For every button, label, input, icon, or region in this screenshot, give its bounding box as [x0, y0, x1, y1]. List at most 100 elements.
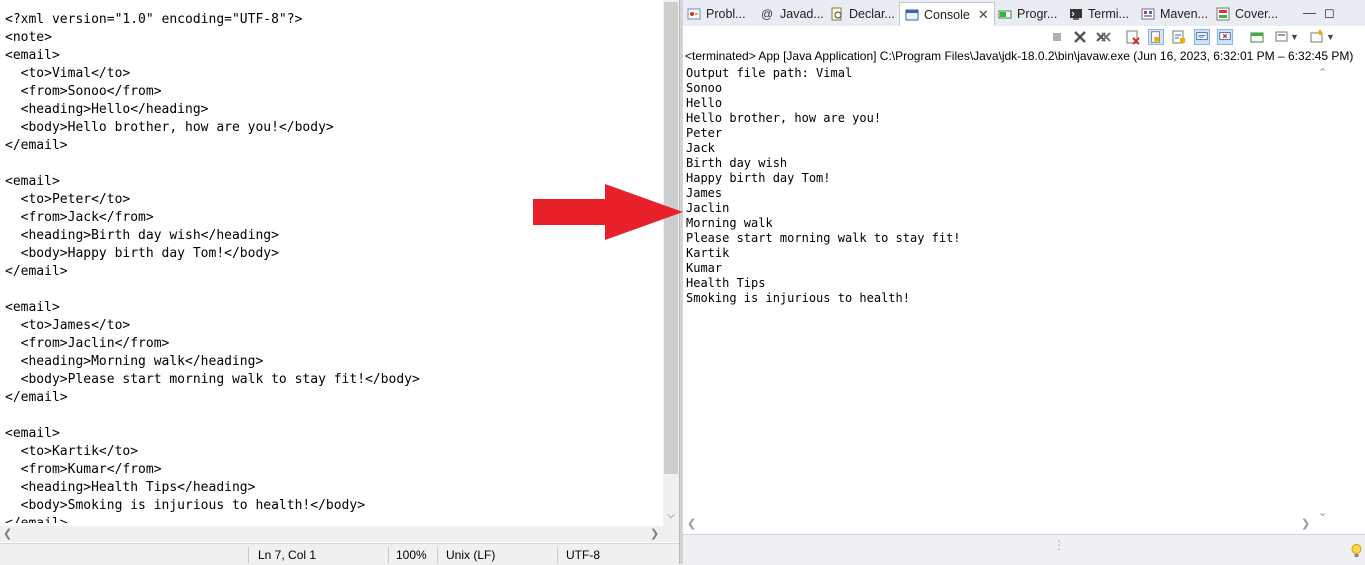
close-icon[interactable]: ✕: [978, 7, 989, 23]
tab-problems[interactable]: Probl...: [687, 3, 746, 25]
word-wrap-icon[interactable]: [1171, 29, 1187, 45]
editor-line: <email>: [5, 300, 60, 315]
pin-console-icon[interactable]: [1249, 29, 1265, 45]
remove-launch-icon[interactable]: [1072, 29, 1088, 45]
scroll-right-icon[interactable]: ❯: [1301, 517, 1310, 530]
tab-terminal[interactable]: Termi...: [1069, 3, 1129, 25]
console-line: Health Tips: [686, 276, 766, 290]
scroll-right-icon[interactable]: ❯: [650, 526, 659, 542]
encoding: UTF-8: [566, 548, 600, 562]
cursor-position: Ln 7, Col 1: [258, 548, 317, 562]
tab-coverage[interactable]: Cover...: [1216, 3, 1278, 25]
launch-description: <terminated> App [Java Application] C:\P…: [685, 49, 1354, 63]
console-line: Kumar: [686, 261, 723, 275]
tab-label: Maven...: [1160, 7, 1208, 21]
minimize-icon[interactable]: —: [1303, 5, 1316, 20]
remove-all-terminated-icon[interactable]: [1095, 29, 1111, 45]
editor-line: </email>: [5, 390, 68, 405]
console-line: Smoking is injurious to health!: [686, 291, 910, 305]
editor-line: <?xml version="1.0" encoding="UTF-8"?>: [5, 12, 303, 27]
console-output[interactable]: Output file path: Vimal Sonoo Hello Hello b…: [686, 66, 1326, 306]
console-vertical-scrollbar[interactable]: ⌃ ⌄: [1315, 66, 1331, 520]
console-line: Hello: [686, 96, 723, 110]
console-line: James: [686, 186, 723, 200]
editor-line: <to>Kartik</to>: [5, 444, 139, 459]
console-line: Kartik: [686, 246, 730, 260]
status-separator: [437, 547, 438, 563]
console-line: Birth day wish: [686, 156, 788, 170]
console-line: Hello brother, how are you!: [686, 111, 882, 125]
show-on-stdout-icon[interactable]: [1194, 29, 1210, 45]
scroll-left-icon[interactable]: ❮: [3, 526, 12, 542]
coverage-icon: [1216, 7, 1230, 21]
console-line: Jack: [686, 141, 715, 155]
progress-icon: [998, 10, 1012, 19]
tab-label: Probl...: [706, 7, 746, 21]
red-arrow-icon: [533, 184, 683, 240]
tab-label: Javad...: [780, 7, 824, 21]
tab-label: Console: [924, 8, 970, 22]
editor-line: <heading>Morning walk</heading>: [5, 354, 264, 369]
editor-line: <from>Jaclin</from>: [5, 336, 170, 351]
zoom-level: 100%: [396, 548, 427, 562]
scroll-up-icon[interactable]: ⌃: [1318, 66, 1327, 79]
console-line: Happy birth day Tom!: [686, 171, 831, 185]
tab-progress[interactable]: Progr...: [998, 3, 1057, 25]
tab-javadoc[interactable]: @ Javad...: [761, 3, 824, 25]
javadoc-icon: @: [761, 7, 774, 21]
editor-line: <body>Please start morning walk to stay …: [5, 372, 420, 387]
tab-declaration[interactable]: Declar...: [830, 3, 895, 25]
editor-line: </email>: [5, 515, 660, 523]
display-console-icon[interactable]: [1274, 29, 1290, 45]
console-line: Peter: [686, 126, 723, 140]
tab-label: Cover...: [1235, 7, 1279, 21]
editor-line: <email>: [5, 48, 60, 63]
maximize-icon[interactable]: ◻: [1324, 5, 1335, 21]
console-horizontal-scrollbar[interactable]: ❮ ❯: [683, 517, 1331, 533]
editor-text-area[interactable]: <?xml version="1.0" encoding="UTF-8"?> <n…: [5, 11, 660, 523]
tab-label: Declar...: [849, 7, 895, 21]
editor-line: </email>: [5, 138, 68, 153]
editor-line: <heading>Health Tips</heading>: [5, 480, 256, 495]
tab-label: Termi...: [1088, 7, 1129, 21]
open-console-icon[interactable]: [1309, 29, 1325, 45]
console-line: Jaclin: [686, 201, 730, 215]
line-ending: Unix (LF): [446, 548, 496, 562]
view-tab-bar: Probl... @ Javad... Declar... Console ✕ …: [683, 0, 1365, 27]
lightbulb-icon[interactable]: [1351, 543, 1362, 559]
editor-line: <email>: [5, 426, 60, 441]
editor-line: <body>Smoking is injurious to health!</b…: [5, 498, 366, 513]
tab-maven[interactable]: Maven...: [1141, 3, 1208, 25]
status-separator: [557, 547, 558, 563]
tab-label: Progr...: [1017, 7, 1058, 21]
scroll-down-icon[interactable]: ⌵: [663, 508, 679, 524]
chevron-down-icon[interactable]: ▼: [1326, 29, 1342, 45]
tab-console[interactable]: Console ✕: [899, 2, 995, 27]
console-line: Please start morning walk to stay fit!: [686, 231, 961, 245]
editor-status-bar: Ln 7, Col 1 100% Unix (LF) UTF-8: [0, 543, 679, 565]
problems-icon: [687, 8, 701, 20]
clear-console-icon[interactable]: [1125, 29, 1141, 45]
status-separator: [388, 547, 389, 563]
show-on-stderr-icon[interactable]: [1217, 29, 1233, 45]
eclipse-console-view: Probl... @ Javad... Declar... Console ✕ …: [683, 0, 1365, 565]
scroll-lock-icon[interactable]: [1148, 29, 1164, 45]
editor-vertical-scrollbar[interactable]: ⌵: [663, 0, 679, 526]
editor-line: <from>Kumar</from>: [5, 462, 162, 477]
scroll-left-icon[interactable]: ❮: [687, 517, 696, 530]
editor-line: <body>Hello brother, how are you!</body>: [5, 120, 334, 135]
declaration-icon: [831, 7, 842, 21]
editor-line: </email>: [5, 264, 68, 279]
eclipse-status-bar: ⋮: [683, 534, 1365, 565]
resize-grip-icon[interactable]: ⋮: [1053, 539, 1065, 551]
chevron-down-icon[interactable]: ▼: [1290, 29, 1306, 45]
editor-line: <heading>Hello</heading>: [5, 102, 209, 117]
console-line: Morning walk: [686, 216, 773, 230]
editor-line: <to>James</to>: [5, 318, 131, 333]
console-line: Sonoo: [686, 81, 723, 95]
terminate-icon[interactable]: [1049, 29, 1065, 45]
console-line: Output file path: Vimal: [686, 66, 853, 80]
editor-horizontal-scrollbar[interactable]: ❮ ❯: [0, 526, 679, 542]
